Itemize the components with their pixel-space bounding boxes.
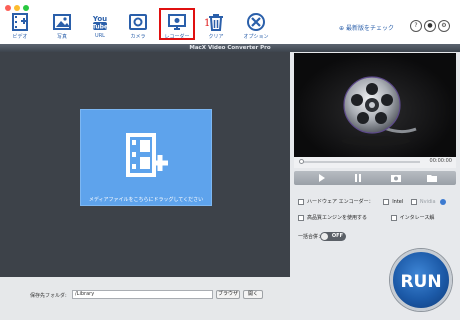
svg-text:You: You <box>92 15 107 23</box>
deinterlace-label: インタレース解 <box>399 215 435 221</box>
toolbar-url-button[interactable]: You Tube URL <box>80 12 120 39</box>
output-folder-bar: 保存先フォルダ: /Library ブラウザ 開く <box>0 277 290 320</box>
toolbar-label: ビデオ <box>12 34 28 40</box>
preview-panel: 00:00:00 ハードウェア エンコーダー： Intel Nvidia 高品質… <box>290 52 460 320</box>
photo-icon <box>53 14 71 30</box>
recorder-highlight-box <box>159 8 195 40</box>
toolbar-label: オプション <box>243 34 269 40</box>
intel-checkbox[interactable] <box>383 198 390 205</box>
run-label: RUN <box>400 272 442 292</box>
check-update-label: 最新版をチェック <box>345 25 394 32</box>
merge-toggle[interactable]: OFF <box>320 232 346 241</box>
snapshot-icon[interactable] <box>390 174 402 182</box>
help-button[interactable]: ? <box>410 20 422 32</box>
playback-timeline[interactable]: 00:00:00 <box>294 157 456 168</box>
toolbar-clear-button[interactable]: クリア <box>196 12 236 40</box>
output-folder-label: 保存先フォルダ: <box>30 293 67 299</box>
hardware-encoder-row: ハードウェア エンコーダー： Intel Nvidia <box>298 198 447 205</box>
check-update-link[interactable]: ⊕ 最新版をチェック <box>339 23 394 32</box>
toolbar-label: URL <box>95 33 105 39</box>
toolbar-label: 写真 <box>56 34 67 40</box>
folder-icon[interactable] <box>426 174 438 182</box>
toolbar-label: カメラ <box>130 34 146 40</box>
pause-icon[interactable] <box>352 174 364 182</box>
window-title: MacX Video Converter Pro <box>189 45 271 51</box>
open-folder-button[interactable]: 開く <box>243 290 263 299</box>
deinterlace-checkbox[interactable] <box>390 214 397 221</box>
hardware-encoder-checkbox[interactable] <box>298 198 304 205</box>
trash-icon <box>209 14 223 31</box>
svg-text:Tube: Tube <box>92 24 108 31</box>
account-button[interactable]: ● <box>424 20 436 32</box>
playback-time: 00:00:00 <box>429 158 452 164</box>
toggle-knob <box>321 233 328 240</box>
options-icon <box>247 13 265 31</box>
window-title-bar: MacX Video Converter Pro <box>0 44 460 52</box>
toolbar-label: クリア <box>208 34 224 40</box>
nvidia-checkbox[interactable] <box>410 198 417 205</box>
hq-engine-label: 高品質エンジンを使用する <box>307 215 368 221</box>
hq-engine-checkbox[interactable] <box>298 214 304 221</box>
toolbar-options-button[interactable]: オプション <box>236 12 276 40</box>
help-icon: ? <box>414 22 418 29</box>
output-path-field[interactable]: /Library <box>72 290 213 299</box>
hardware-encoder-label: ハードウェア エンコーダー： <box>307 199 374 205</box>
top-toolbar: ビデオ 写真 You Tube URL カメラ レコーダー 1 クリア オプショ… <box>0 0 460 44</box>
user-icon: ● <box>427 22 433 29</box>
film-reel-logo-icon <box>342 76 417 146</box>
film-add-icon <box>126 133 168 177</box>
zoom-window-button[interactable] <box>23 5 29 11</box>
update-icon: ⊕ <box>339 25 346 32</box>
drop-zone-label: メディアファイルをこちらにドラッグしてください <box>88 197 204 203</box>
toolbar-photo-button[interactable]: 写真 <box>42 12 82 40</box>
youtube-icon: You Tube <box>92 15 108 31</box>
hq-engine-row: 高品質エンジンを使用する インタレース解 <box>298 214 434 221</box>
video-preview <box>294 53 456 157</box>
info-icon[interactable] <box>440 198 447 205</box>
merge-toggle-state: OFF <box>331 233 343 239</box>
run-button[interactable]: RUN <box>390 249 452 311</box>
toolbar-video-button[interactable]: ビデオ <box>0 12 40 40</box>
media-drop-zone[interactable]: メディアファイルをこちらにドラッグしてください <box>80 109 212 206</box>
player-controls <box>294 171 456 185</box>
settings-button[interactable]: ⚙ <box>438 20 450 32</box>
add-video-icon <box>12 13 28 31</box>
minimize-window-button[interactable] <box>14 5 20 11</box>
play-icon[interactable] <box>316 174 328 182</box>
file-list-area[interactable]: メディアファイルをこちらにドラッグしてください <box>0 52 290 277</box>
toolbar-camera-button[interactable]: カメラ <box>118 12 158 40</box>
camera-icon <box>129 14 147 30</box>
close-window-button[interactable] <box>5 5 11 11</box>
browse-button[interactable]: ブラウザ <box>216 290 240 299</box>
timeline-scrubber[interactable] <box>299 159 304 164</box>
gear-icon: ⚙ <box>441 22 447 29</box>
intel-label: Intel <box>392 199 404 205</box>
timeline-track[interactable] <box>302 161 420 163</box>
nvidia-label: Nvidia <box>419 199 436 205</box>
